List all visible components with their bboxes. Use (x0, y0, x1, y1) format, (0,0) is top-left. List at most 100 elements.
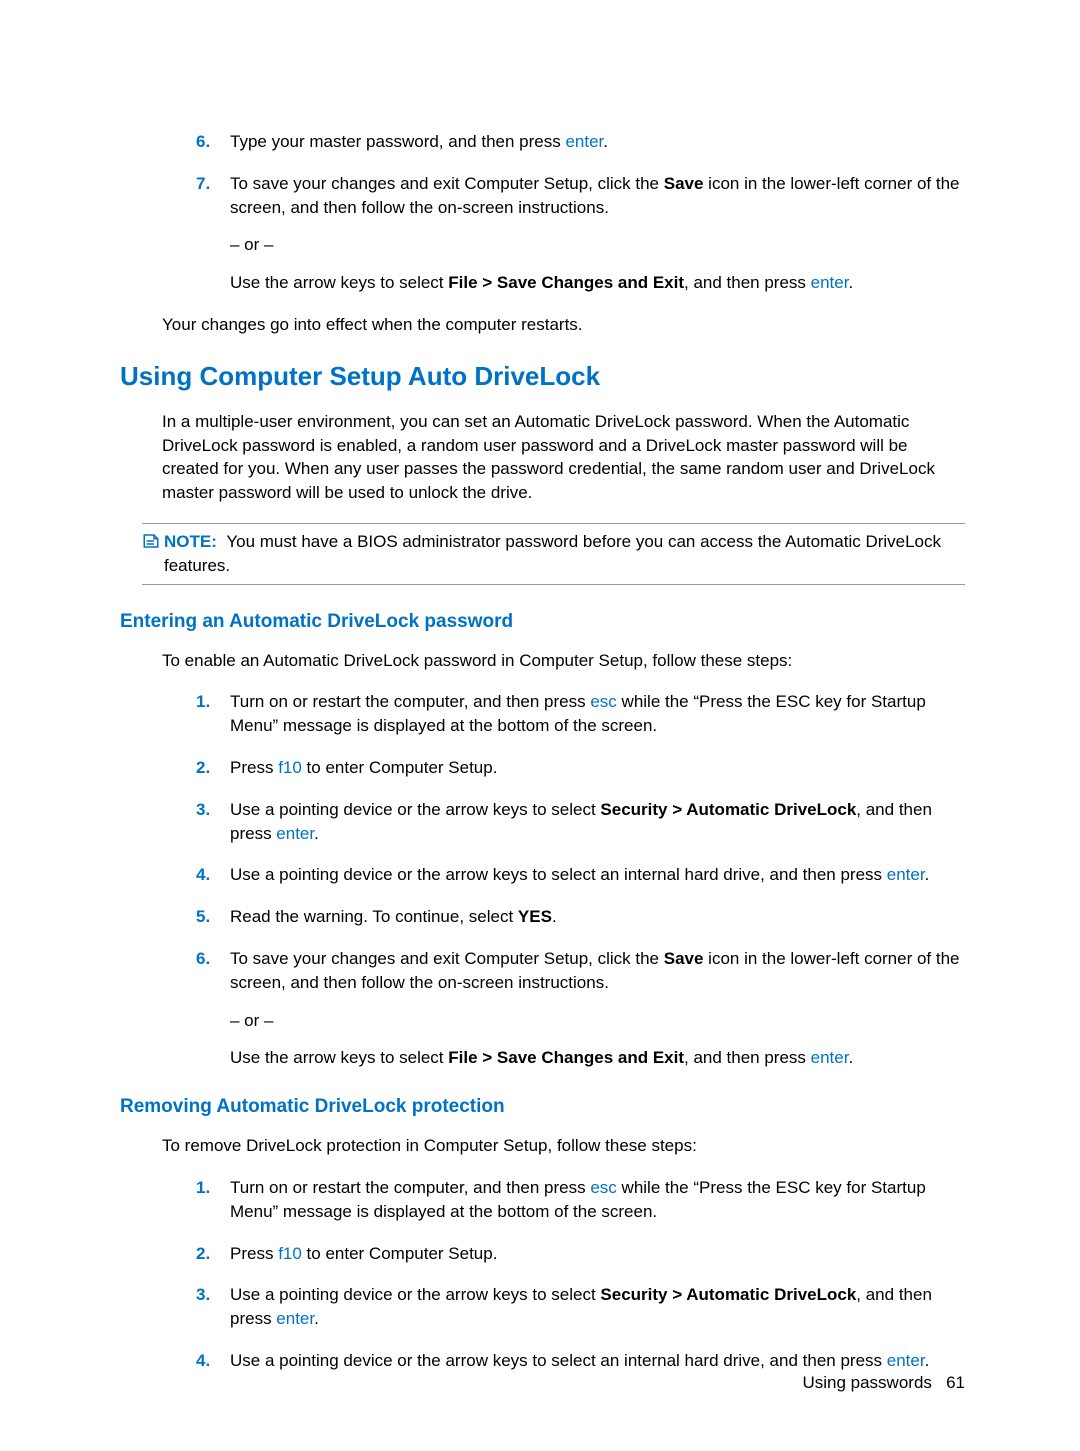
paragraph: Your changes go into effect when the com… (162, 313, 965, 337)
list-body: To save your changes and exit Computer S… (230, 172, 965, 295)
list-item: 1. Turn on or restart the computer, and … (196, 690, 965, 738)
list-marker: 4. (196, 1349, 230, 1373)
text: To save your changes and exit Computer S… (230, 949, 664, 968)
text-block: Use the arrow keys to select File > Save… (230, 271, 965, 295)
bold-text: Security > Automatic DriveLock (600, 1285, 856, 1304)
key-enter: enter (276, 824, 314, 843)
list-marker: 7. (196, 172, 230, 295)
text: You must have a BIOS administrator passw… (164, 532, 941, 575)
text: Type your master password, and then pres… (230, 132, 565, 151)
bold-text: File > Save Changes and Exit (448, 273, 684, 292)
text: Turn on or restart the computer, and the… (230, 692, 590, 711)
list-body: Press f10 to enter Computer Setup. (230, 756, 965, 780)
text: . (552, 907, 557, 926)
text: Read the warning. To continue, select (230, 907, 518, 926)
list-item: 3. Use a pointing device or the arrow ke… (196, 1283, 965, 1331)
text: Press (230, 1244, 278, 1263)
text: Use the arrow keys to select (230, 273, 448, 292)
footer-section: Using passwords (802, 1373, 931, 1392)
text: , and then press (684, 1048, 811, 1067)
list-item: 3. Use a pointing device or the arrow ke… (196, 798, 965, 846)
paragraph: In a multiple-user environment, you can … (162, 410, 965, 505)
or-line: – or – (230, 233, 965, 257)
text: . (848, 273, 853, 292)
list-item: 6. Type your master password, and then p… (196, 130, 965, 154)
text: . (925, 1351, 930, 1370)
subsection-heading: Removing Automatic DriveLock protection (120, 1096, 965, 1118)
list-marker: 4. (196, 863, 230, 887)
list-item: 2. Press f10 to enter Computer Setup. (196, 1242, 965, 1266)
text: Use a pointing device or the arrow keys … (230, 800, 600, 819)
list-item: 4. Use a pointing device or the arrow ke… (196, 863, 965, 887)
key-enter: enter (811, 1048, 849, 1067)
page-footer: Using passwords 61 (802, 1373, 965, 1393)
list-body: Press f10 to enter Computer Setup. (230, 1242, 965, 1266)
list-marker: 5. (196, 905, 230, 929)
text: Use a pointing device or the arrow keys … (230, 1351, 887, 1370)
key-enter: enter (276, 1309, 314, 1328)
text: Turn on or restart the computer, and the… (230, 1178, 590, 1197)
list-item: 1. Turn on or restart the computer, and … (196, 1176, 965, 1224)
note-icon (142, 532, 160, 578)
list-marker: 1. (196, 690, 230, 738)
or-line: – or – (230, 1009, 965, 1033)
list-item: 2. Press f10 to enter Computer Setup. (196, 756, 965, 780)
bold-text: Security > Automatic DriveLock (600, 800, 856, 819)
text-block: Use the arrow keys to select File > Save… (230, 1046, 965, 1070)
document-page: 6. Type your master password, and then p… (0, 0, 1080, 1451)
key-enter: enter (565, 132, 603, 151)
list-body: Use a pointing device or the arrow keys … (230, 1283, 965, 1331)
bold-text: File > Save Changes and Exit (448, 1048, 684, 1067)
text: . (314, 1309, 319, 1328)
paragraph: To enable an Automatic DriveLock passwor… (162, 649, 965, 673)
text: . (603, 132, 608, 151)
text: Use the arrow keys to select (230, 1048, 448, 1067)
text: . (848, 1048, 853, 1067)
list-marker: 2. (196, 756, 230, 780)
key-enter: enter (887, 1351, 925, 1370)
page-number: 61 (946, 1373, 965, 1392)
key-esc: esc (590, 1178, 616, 1197)
text: to enter Computer Setup. (302, 758, 498, 777)
list-item: 5. Read the warning. To continue, select… (196, 905, 965, 929)
list-body: To save your changes and exit Computer S… (230, 947, 965, 1070)
key-enter: enter (887, 865, 925, 884)
section-heading: Using Computer Setup Auto DriveLock (120, 361, 965, 392)
text: Use a pointing device or the arrow keys … (230, 1285, 600, 1304)
bold-text: Save (664, 949, 704, 968)
text: Use a pointing device or the arrow keys … (230, 865, 887, 884)
list-body: Turn on or restart the computer, and the… (230, 1176, 965, 1224)
key-esc: esc (590, 692, 616, 711)
text: to enter Computer Setup. (302, 1244, 498, 1263)
key-enter: enter (811, 273, 849, 292)
list-body: Type your master password, and then pres… (230, 130, 965, 154)
list-body: Use a pointing device or the arrow keys … (230, 1349, 965, 1373)
list-body: Use a pointing device or the arrow keys … (230, 798, 965, 846)
list-marker: 6. (196, 130, 230, 154)
text: To save your changes and exit Computer S… (230, 174, 664, 193)
list-marker: 6. (196, 947, 230, 1070)
bold-text: Save (664, 174, 704, 193)
list-item: 6. To save your changes and exit Compute… (196, 947, 965, 1070)
key-f10: f10 (278, 1244, 302, 1263)
note-box: NOTE: You must have a BIOS administrator… (142, 523, 965, 585)
key-f10: f10 (278, 758, 302, 777)
list-marker: 1. (196, 1176, 230, 1224)
text: , and then press (684, 273, 811, 292)
subsection-heading: Entering an Automatic DriveLock password (120, 611, 965, 633)
note-label: NOTE: (164, 532, 217, 551)
list-marker: 3. (196, 798, 230, 846)
list-marker: 3. (196, 1283, 230, 1331)
list-item: 4. Use a pointing device or the arrow ke… (196, 1349, 965, 1373)
list-item: 7. To save your changes and exit Compute… (196, 172, 965, 295)
note-text: NOTE: You must have a BIOS administrator… (164, 530, 965, 578)
text: Press (230, 758, 278, 777)
text: . (925, 865, 930, 884)
list-body: Read the warning. To continue, select YE… (230, 905, 965, 929)
list-body: Turn on or restart the computer, and the… (230, 690, 965, 738)
list-marker: 2. (196, 1242, 230, 1266)
bold-text: YES (518, 907, 552, 926)
paragraph: To remove DriveLock protection in Comput… (162, 1134, 965, 1158)
text: . (314, 824, 319, 843)
list-body: Use a pointing device or the arrow keys … (230, 863, 965, 887)
